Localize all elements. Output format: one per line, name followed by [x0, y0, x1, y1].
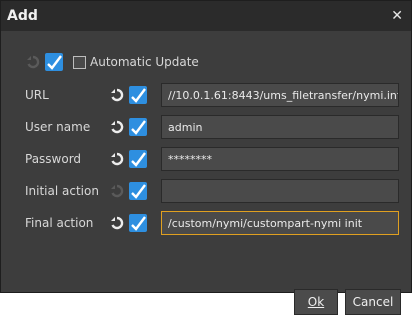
- password-label: Password: [25, 152, 82, 166]
- auto-update-label: Automatic Update: [90, 55, 199, 69]
- url-label: URL: [25, 88, 49, 102]
- auto-update-checkbox[interactable]: [73, 55, 86, 69]
- final-action-row: Final action /custom/nymi/custompart-nym…: [1, 210, 411, 236]
- username-field[interactable]: admin: [161, 115, 399, 139]
- add-dialog: Add ✕ Automatic Update URL //10.0.1.61:8…: [0, 0, 412, 315]
- revert-icon: [109, 183, 125, 199]
- initial-action-label: Initial action: [25, 184, 99, 198]
- check-icon[interactable]: [129, 86, 147, 104]
- revert-icon[interactable]: [109, 215, 125, 231]
- final-action-field[interactable]: /custom/nymi/custompart-nymi init: [161, 211, 399, 235]
- revert-icon[interactable]: [109, 87, 125, 103]
- password-field[interactable]: ********: [161, 147, 399, 171]
- initial-action-row: Initial action: [1, 178, 411, 204]
- url-row: URL //10.0.1.61:8443/ums_filetransfer/ny…: [1, 82, 411, 108]
- username-label: User name: [25, 120, 91, 134]
- auto-update-row: Automatic Update: [25, 53, 199, 71]
- ok-button-label: Ok: [307, 295, 325, 309]
- title-bar: Add ✕: [1, 1, 411, 31]
- revert-icon[interactable]: [109, 119, 125, 135]
- url-field[interactable]: //10.0.1.61:8443/ums_filetransfer/nymi.i…: [161, 83, 399, 107]
- final-action-label: Final action: [25, 216, 94, 230]
- check-icon[interactable]: [129, 214, 147, 232]
- dialog-title: Add: [7, 8, 38, 24]
- revert-icon: [25, 54, 41, 70]
- check-icon[interactable]: [45, 53, 63, 71]
- close-icon[interactable]: ✕: [391, 8, 403, 24]
- check-icon[interactable]: [129, 150, 147, 168]
- revert-icon[interactable]: [109, 151, 125, 167]
- username-row: User name admin: [1, 114, 411, 140]
- cancel-button-label: Cancel: [352, 295, 394, 309]
- password-row: Password ********: [1, 146, 411, 172]
- initial-action-field[interactable]: [161, 179, 399, 203]
- check-icon[interactable]: [129, 118, 147, 136]
- check-icon[interactable]: [129, 182, 147, 200]
